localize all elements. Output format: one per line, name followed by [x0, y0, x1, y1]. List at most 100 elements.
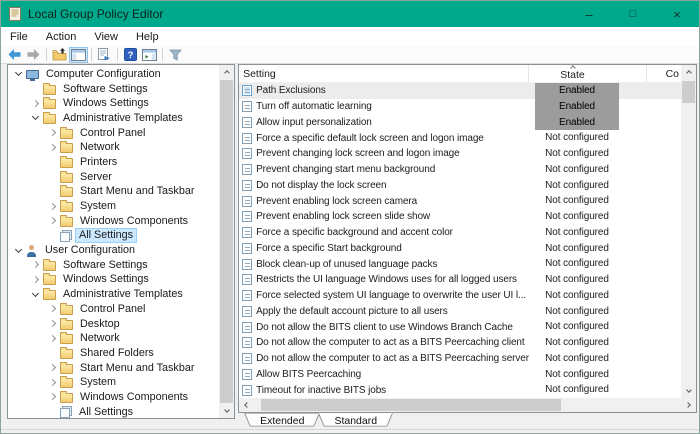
list-row-block-clean-up-of-unused-language-packs[interactable]: Block clean-up of unused language packsN… — [239, 256, 681, 272]
tree-item-all-settings[interactable]: All Settings — [8, 229, 219, 244]
tree-item-all-settings[interactable]: All Settings — [8, 405, 219, 418]
setting-name: Turn off automatic learning — [256, 101, 529, 112]
column-header-comment[interactable]: Co — [647, 65, 681, 82]
chevron-down-icon[interactable] — [12, 250, 25, 252]
tree-item-server[interactable]: Server — [8, 170, 219, 185]
tree-item-windows-settings[interactable]: Windows Settings — [8, 273, 219, 288]
scroll-right-icon[interactable] — [682, 398, 696, 412]
tree-item-network[interactable]: Network — [8, 331, 219, 346]
list-row-prevent-changing-lock-screen-and-logon-image[interactable]: Prevent changing lock screen and logon i… — [239, 146, 681, 162]
tree-scrollbar[interactable] — [219, 65, 234, 418]
chevron-right-icon[interactable] — [29, 263, 42, 267]
tab-extended[interactable]: Extended — [247, 413, 317, 429]
list-row-timeout-for-inactive-bits-jobs[interactable]: Timeout for inactive BITS jobsNot config… — [239, 382, 681, 398]
list-row-do-not-allow-the-bits-client-to-use-windows-branch-cache[interactable]: Do not allow the BITS client to use Wind… — [239, 319, 681, 335]
tab-standard[interactable]: Standard — [321, 413, 390, 429]
list-row-force-a-specific-start-background[interactable]: Force a specific Start backgroundNot con… — [239, 241, 681, 257]
list-row-allow-bits-peercaching[interactable]: Allow BITS PeercachingNot configured — [239, 367, 681, 383]
chevron-right-icon[interactable] — [29, 102, 42, 106]
up-one-level-icon[interactable] — [50, 47, 69, 63]
filter-icon[interactable] — [166, 47, 185, 63]
back-icon[interactable] — [5, 47, 24, 63]
tree-item-network[interactable]: Network — [8, 140, 219, 155]
tree-item-windows-settings[interactable]: Windows Settings — [8, 96, 219, 111]
list-row-do-not-allow-the-computer-to-act-as-a-bits-peercaching-client[interactable]: Do not allow the computer to act as a BI… — [239, 335, 681, 351]
scroll-up-icon[interactable] — [219, 65, 234, 79]
tree-item-administrative-templates[interactable]: Administrative Templates — [8, 111, 219, 126]
column-header-state[interactable]: State — [529, 65, 647, 82]
state-cell: Not configured — [529, 319, 647, 335]
tree-item-start-menu-and-taskbar[interactable]: Start Menu and Taskbar — [8, 185, 219, 200]
chevron-right-icon[interactable] — [46, 381, 59, 385]
tree-scrollbar-thumb[interactable] — [220, 80, 233, 403]
menu-item-action[interactable]: Action — [37, 27, 86, 46]
policy-setting-icon — [242, 259, 252, 270]
tree-item-windows-components[interactable]: Windows Components — [8, 390, 219, 405]
scroll-down-icon[interactable] — [219, 404, 234, 418]
show-console-tree-icon[interactable] — [69, 47, 88, 63]
list-row-prevent-enabling-lock-screen-slide-show[interactable]: Prevent enabling lock screen slide showN… — [239, 209, 681, 225]
close-button[interactable]: × — [655, 1, 699, 27]
list-row-force-selected-system-ui-language-to-overwrite-the-user-ui-l[interactable]: Force selected system UI language to ove… — [239, 288, 681, 304]
chevron-right-icon[interactable] — [46, 395, 59, 399]
scroll-up-icon[interactable] — [681, 65, 696, 79]
tree-item-control-panel[interactable]: Control Panel — [8, 126, 219, 141]
tree-item-user-configuration[interactable]: User Configuration — [8, 243, 219, 258]
scroll-left-icon[interactable] — [239, 398, 253, 412]
chevron-right-icon[interactable] — [46, 146, 59, 150]
list-scrollbar-track[interactable] — [681, 79, 696, 384]
tree-item-computer-configuration[interactable]: Computer Configuration — [8, 67, 219, 82]
list-row-apply-the-default-account-picture-to-all-users[interactable]: Apply the default account picture to all… — [239, 304, 681, 320]
list-row-turn-off-automatic-learning[interactable]: Turn off automatic learningEnabled — [239, 99, 681, 115]
list-row-path-exclusions[interactable]: Path ExclusionsEnabled — [239, 83, 681, 99]
list-vertical-scrollbar[interactable] — [681, 65, 696, 398]
tree-item-control-panel[interactable]: Control Panel — [8, 302, 219, 317]
tree-item-shared-folders[interactable]: Shared Folders — [8, 346, 219, 361]
chevron-right-icon[interactable] — [46, 366, 59, 370]
chevron-right-icon[interactable] — [46, 205, 59, 209]
list-row-restricts-the-ui-language-windows-uses-for-all-logged-users[interactable]: Restricts the UI language Windows uses f… — [239, 272, 681, 288]
help-icon[interactable]: ? — [121, 47, 140, 63]
list-row-prevent-changing-start-menu-background[interactable]: Prevent changing start menu backgroundNo… — [239, 162, 681, 178]
minimize-button[interactable]: – — [567, 1, 611, 27]
tree-item-start-menu-and-taskbar[interactable]: Start Menu and Taskbar — [8, 361, 219, 376]
chevron-right-icon[interactable] — [46, 307, 59, 311]
scroll-down-icon[interactable] — [681, 384, 696, 398]
list-row-force-a-specific-background-and-accent-color[interactable]: Force a specific background and accent c… — [239, 225, 681, 241]
tree-item-windows-components[interactable]: Windows Components — [8, 214, 219, 229]
chevron-right-icon[interactable] — [29, 278, 42, 282]
chevron-down-icon[interactable] — [12, 73, 25, 75]
list-row-prevent-enabling-lock-screen-camera[interactable]: Prevent enabling lock screen cameraNot c… — [239, 193, 681, 209]
forward-icon[interactable] — [24, 47, 43, 63]
show-action-pane-icon[interactable] — [140, 47, 159, 63]
chevron-right-icon[interactable] — [46, 322, 59, 326]
chevron-right-icon[interactable] — [46, 131, 59, 135]
chevron-down-icon[interactable] — [29, 117, 42, 119]
tree-item-administrative-templates[interactable]: Administrative Templates — [8, 287, 219, 302]
list-row-do-not-display-the-lock-screen[interactable]: Do not display the lock screenNot config… — [239, 178, 681, 194]
tree-item-system[interactable]: System — [8, 199, 219, 214]
hscrollbar-track[interactable] — [253, 398, 682, 412]
menu-item-view[interactable]: View — [85, 27, 127, 46]
hscrollbar-thumb[interactable] — [261, 399, 561, 411]
tree-item-software-settings[interactable]: Software Settings — [8, 258, 219, 273]
chevron-right-icon[interactable] — [46, 219, 59, 223]
menu-item-help[interactable]: Help — [127, 27, 168, 46]
tree-item-desktop[interactable]: Desktop — [8, 317, 219, 332]
tree-item-printers[interactable]: Printers — [8, 155, 219, 170]
list-scrollbar-thumb[interactable] — [682, 81, 695, 103]
list-row-do-not-allow-the-computer-to-act-as-a-bits-peercaching-server[interactable]: Do not allow the computer to act as a BI… — [239, 351, 681, 367]
folder-icon — [60, 378, 73, 388]
tree-item-software-settings[interactable]: Software Settings — [8, 82, 219, 97]
export-list-icon[interactable] — [95, 47, 114, 63]
tree-scrollbar-track[interactable] — [219, 79, 234, 404]
maximize-button[interactable]: □ — [611, 1, 655, 27]
menu-item-file[interactable]: File — [8, 27, 37, 46]
list-horizontal-scrollbar[interactable] — [239, 398, 696, 412]
tree-item-system[interactable]: System — [8, 375, 219, 390]
list-row-allow-input-personalization[interactable]: Allow input personalizationEnabled — [239, 115, 681, 131]
column-header-setting[interactable]: Setting — [239, 65, 529, 82]
chevron-right-icon[interactable] — [46, 337, 59, 341]
chevron-down-icon[interactable] — [29, 294, 42, 296]
list-row-force-a-specific-default-lock-screen-and-logon-image[interactable]: Force a specific default lock screen and… — [239, 130, 681, 146]
